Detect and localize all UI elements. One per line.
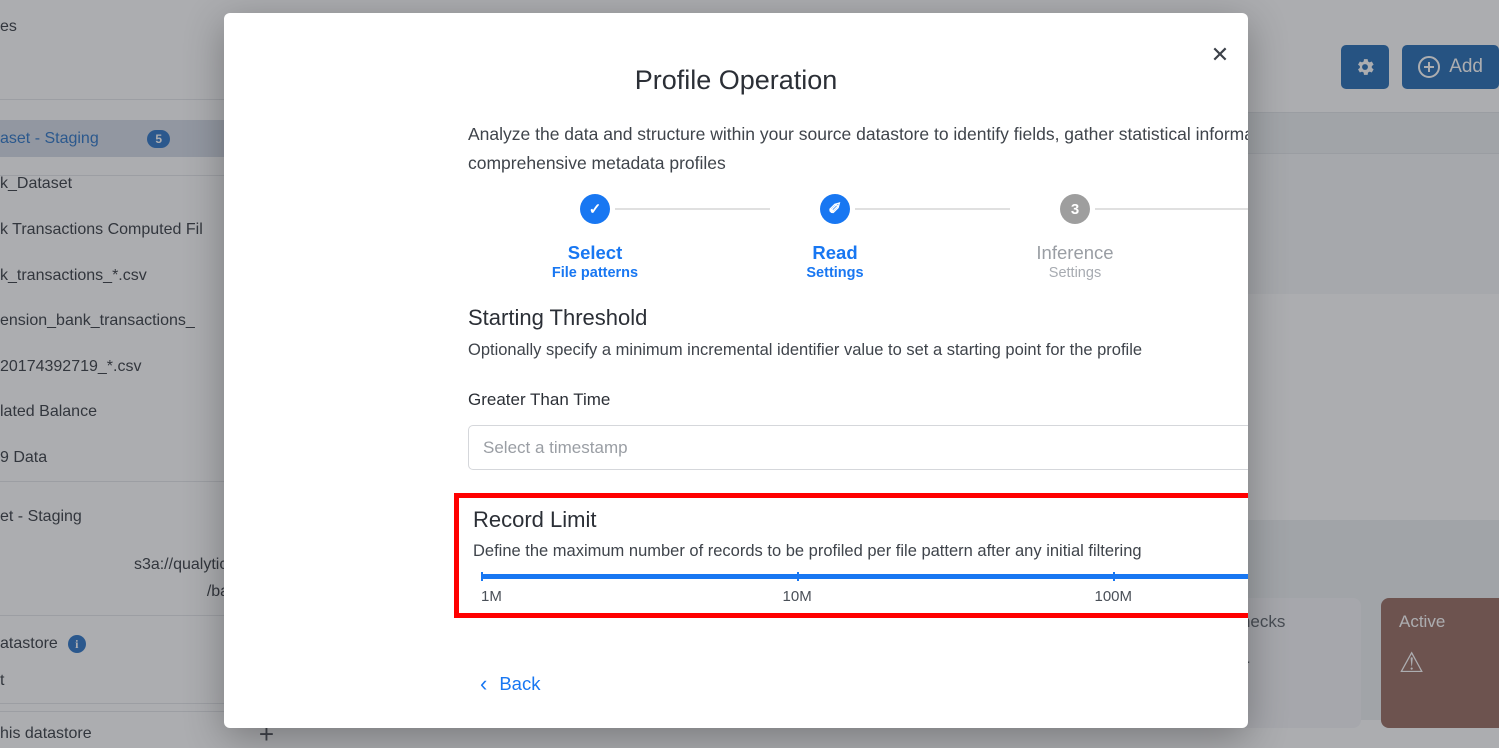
step-label-line2: Settings — [1048, 265, 1102, 281]
timestamp-input[interactable]: Select a timestamp UTC — [468, 425, 1248, 470]
dialog-title: Profile Operation — [634, 65, 838, 95]
slider-marks: 1M 10M 100M All — [481, 588, 1248, 610]
back-button-label: Back — [499, 673, 541, 694]
step-badge: ✐ — [820, 194, 850, 224]
greater-than-time-label: Greater Than Time — [468, 390, 611, 409]
step-label-line2: Settings — [806, 265, 864, 281]
step-label-line1: Schedule — [1225, 243, 1248, 262]
slider-tick — [797, 572, 800, 581]
step-read-settings[interactable]: ✐ Read Settings — [745, 194, 925, 282]
record-limit-section: Record Limit Define the maximum number o… — [454, 493, 1248, 618]
slider-track — [481, 574, 1248, 579]
timestamp-placeholder: Select a timestamp — [483, 437, 628, 457]
step-label-line1: Select — [567, 242, 623, 263]
step-inference-settings[interactable]: 3 Inference Settings — [985, 194, 1165, 282]
chevron-left-icon: ‹ — [480, 671, 488, 696]
step-schedule-options[interactable]: 4 Schedule Options — [1225, 194, 1248, 282]
record-limit-slider[interactable]: 1M 10M 100M All — [481, 566, 1248, 614]
step-badge: ✓ — [580, 194, 610, 224]
record-limit-title: Record Limit — [473, 507, 597, 532]
profile-operation-dialog: ✕ Profile Operation Analyze the data and… — [224, 13, 1248, 728]
slider-tick — [1113, 572, 1116, 581]
slider-tick — [481, 572, 483, 581]
step-label-line2: File patterns — [551, 265, 639, 281]
slider-mark-label: 100M — [1094, 588, 1133, 605]
pencil-icon: ✐ — [828, 201, 842, 218]
step-label-line1: Inference — [1036, 242, 1114, 263]
starting-threshold-description: Optionally specify a minimum incremental… — [468, 341, 1143, 359]
step-select-file-patterns[interactable]: ✓ Select File patterns — [505, 194, 685, 282]
back-button[interactable]: ‹ Back — [480, 673, 540, 695]
screen: es aset - Staging 5 k_Dataset k Transact… — [0, 0, 1499, 748]
slider-mark-label: 1M — [481, 588, 502, 605]
step-label-line2: Options — [1225, 265, 1248, 282]
wizard-stepper: ✓ Select File patterns ✐ Read Settings 3… — [480, 194, 1248, 294]
record-limit-description: Define the maximum number of records to … — [473, 542, 1142, 560]
slider-mark-label: 10M — [782, 588, 812, 605]
step-label-line1: Read — [812, 242, 858, 263]
step-badge: 3 — [1060, 194, 1090, 224]
starting-threshold-title: Starting Threshold — [468, 305, 648, 330]
dialog-subtitle: Analyze the data and structure within yo… — [468, 124, 1248, 173]
